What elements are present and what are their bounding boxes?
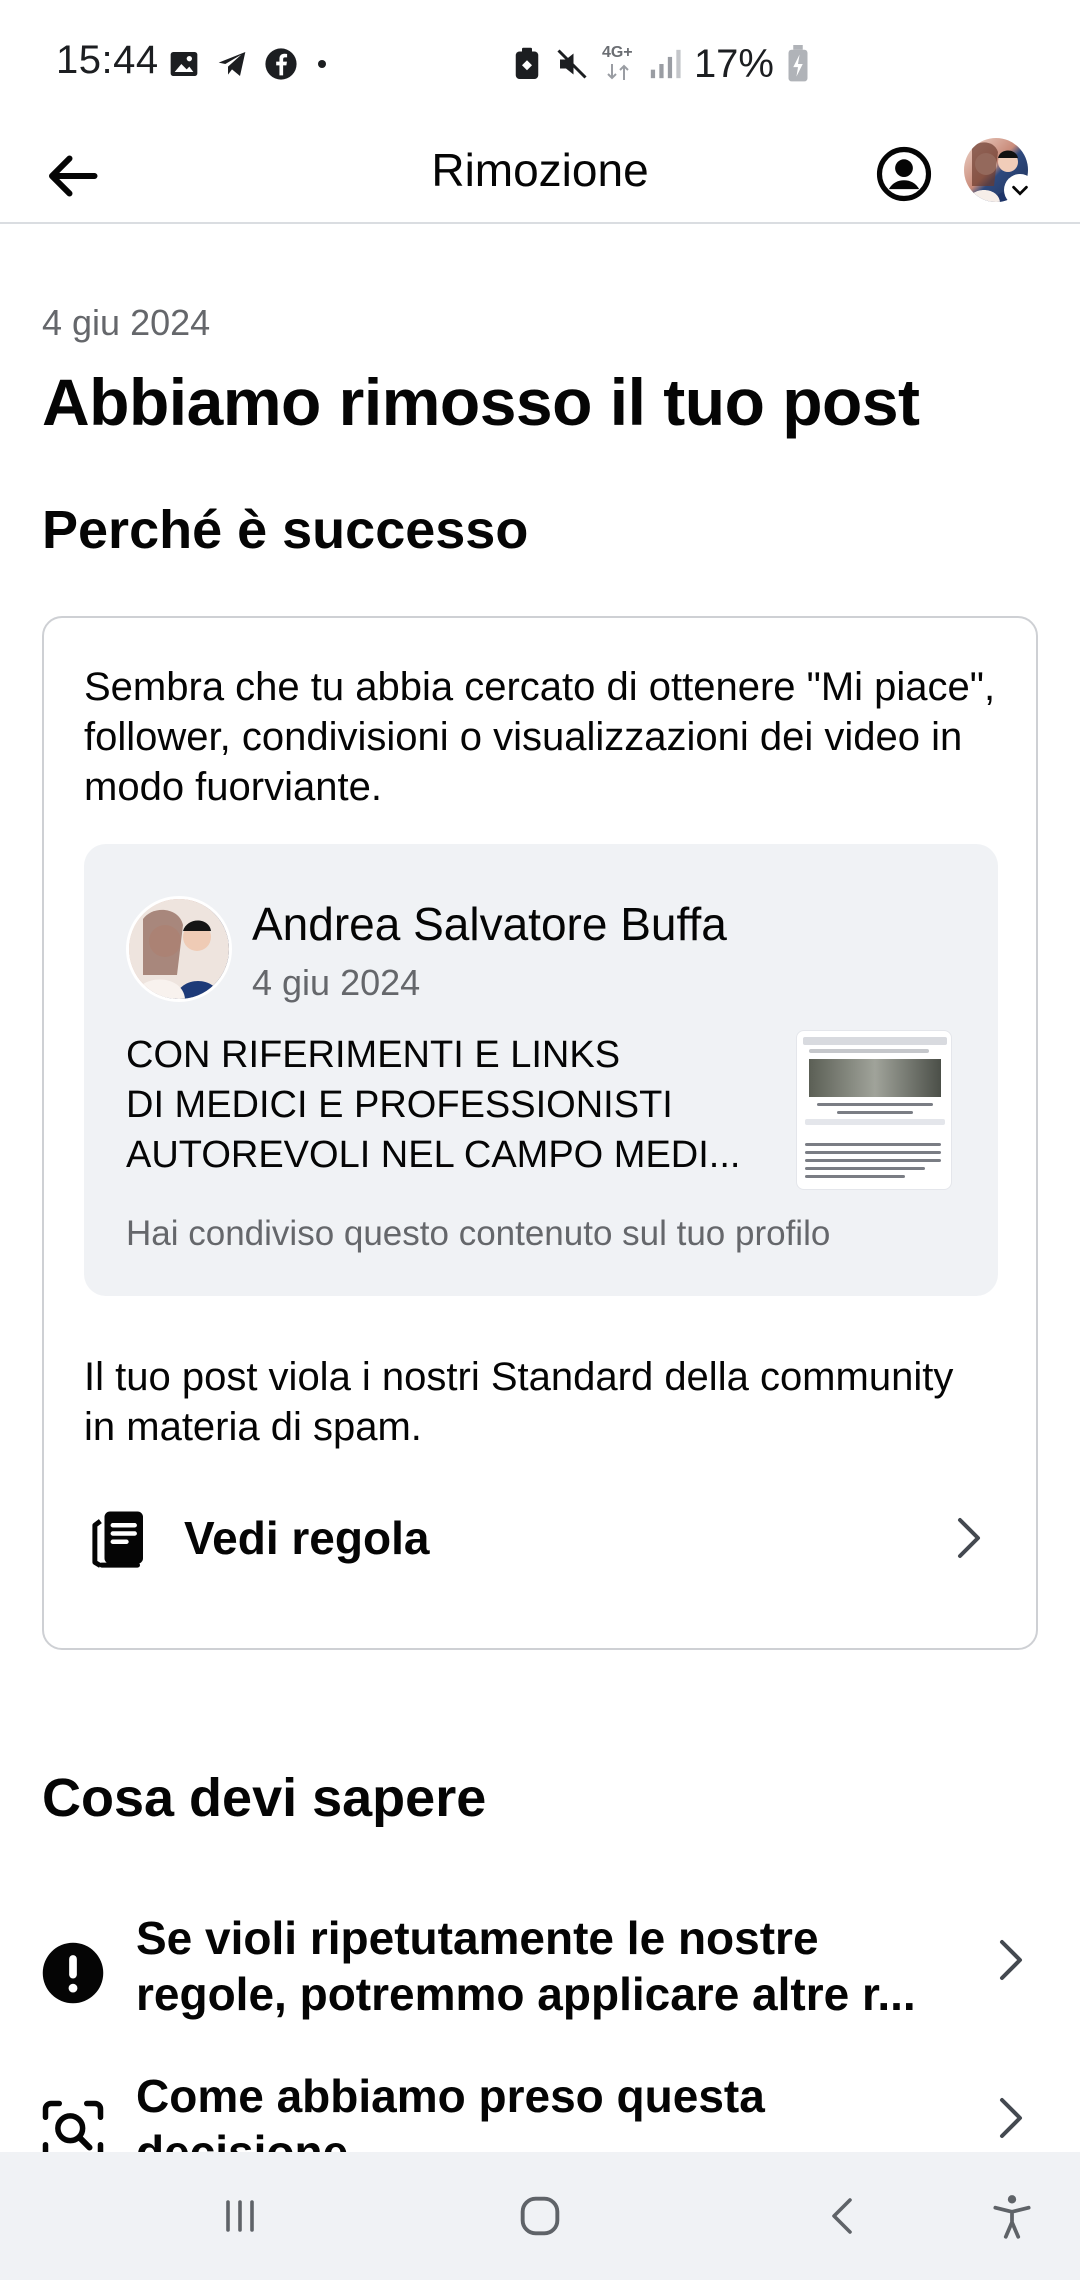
violation-text: Il tuo post viola i nostri Standard dell… bbox=[84, 1355, 954, 1449]
reason-text: Sembra che tu abbia cercato di ottenere … bbox=[84, 665, 996, 809]
post-text-line: CON RIFERIMENTI E LINKS bbox=[126, 1034, 621, 1076]
post-text-line: DI MEDICI E PROFESSIONISTI bbox=[126, 1084, 673, 1126]
telegram-icon bbox=[218, 52, 246, 76]
app-bar: Rimozione bbox=[0, 128, 1080, 224]
info-item-line: Come abbiamo preso questa bbox=[136, 2070, 765, 2122]
chevron-right-icon bbox=[958, 1518, 980, 1558]
system-icons: 4G+ 17% bbox=[512, 40, 810, 88]
image-icon bbox=[170, 52, 198, 76]
headline: Abbiamo rimosso il tuo post bbox=[42, 365, 920, 439]
facebook-icon bbox=[265, 48, 297, 80]
accessibility-icon bbox=[993, 2195, 1031, 2239]
info-item-line: decisione bbox=[136, 2126, 349, 2154]
post-author-avatar bbox=[126, 896, 232, 1002]
recent-apps-icon bbox=[226, 2200, 254, 2232]
chevron-left-icon bbox=[832, 2198, 852, 2234]
see-rule-label: Vedi regola bbox=[184, 1512, 430, 1564]
status-time: 15:44 bbox=[56, 38, 159, 82]
home-button[interactable] bbox=[508, 2184, 572, 2248]
post-text-line: AUTOREVOLI NEL CAMPO MEDI... bbox=[126, 1134, 741, 1176]
profile-button[interactable] bbox=[868, 138, 940, 210]
reason-card: Sembra che tu abbia cercato di ottenere … bbox=[42, 616, 1038, 1650]
alert-icon bbox=[42, 1942, 104, 2004]
info-item-text: Come abbiamo preso questa decisione bbox=[136, 2068, 936, 2154]
post-date: 4 giu 2024 bbox=[252, 962, 421, 1003]
post-thumbnail bbox=[796, 1030, 952, 1190]
chevron-right-icon bbox=[1000, 1940, 1022, 1980]
mute-icon bbox=[557, 49, 587, 79]
vpn-icon bbox=[515, 47, 539, 79]
info-item-line: regole, potremmo applicare altre r... bbox=[136, 1968, 916, 2020]
dot-icon bbox=[318, 60, 326, 68]
accessibility-button[interactable] bbox=[980, 2184, 1044, 2248]
system-nav-bar bbox=[0, 2152, 1080, 2280]
info-item-repeat-violations[interactable]: Se violi ripetutamente le nostre regole,… bbox=[0, 1896, 1080, 2046]
see-rule-link[interactable]: Vedi regola bbox=[44, 1478, 1040, 1598]
account-switcher[interactable] bbox=[960, 134, 1044, 218]
notification-icons bbox=[168, 44, 332, 84]
home-icon bbox=[520, 2196, 560, 2236]
review-search-icon bbox=[42, 2100, 104, 2154]
why-section-title: Perché è successo bbox=[42, 500, 529, 560]
info-item-line: Se violi ripetutamente le nostre bbox=[136, 1912, 819, 1964]
chevron-right-icon bbox=[1000, 2098, 1022, 2138]
removal-date: 4 giu 2024 bbox=[42, 302, 211, 343]
signal-icon bbox=[650, 49, 681, 79]
community-standards-book-icon bbox=[92, 1511, 143, 1568]
post-author-name: Andrea Salvatore Buffa bbox=[252, 898, 727, 950]
battery-charging-icon bbox=[788, 45, 808, 82]
post-text: CON RIFERIMENTI E LINKS DI MEDICI E PROF… bbox=[126, 1030, 786, 1180]
info-item-how-decided[interactable]: Come abbiamo preso questa decisione bbox=[0, 2054, 1080, 2154]
chevron-down-icon bbox=[1004, 174, 1036, 206]
battery-percent: 17% bbox=[693, 41, 774, 86]
user-circle-icon bbox=[876, 146, 932, 202]
network-label: 4G+ bbox=[601, 44, 633, 61]
shared-note: Hai condiviso questo contenuto sul tuo p… bbox=[126, 1214, 831, 1253]
recent-apps-button[interactable] bbox=[208, 2184, 272, 2248]
status-bar: 15:44 4G+ 17% bbox=[0, 0, 1080, 128]
know-section-title: Cosa devi sapere bbox=[42, 1768, 487, 1828]
info-item-text: Se violi ripetutamente le nostre regole,… bbox=[136, 1910, 936, 2022]
post-preview[interactable]: Andrea Salvatore Buffa 4 giu 2024 CON RI… bbox=[84, 844, 998, 1296]
network-4g-icon: 4G+ bbox=[602, 44, 636, 84]
back-nav-button[interactable] bbox=[812, 2184, 876, 2248]
